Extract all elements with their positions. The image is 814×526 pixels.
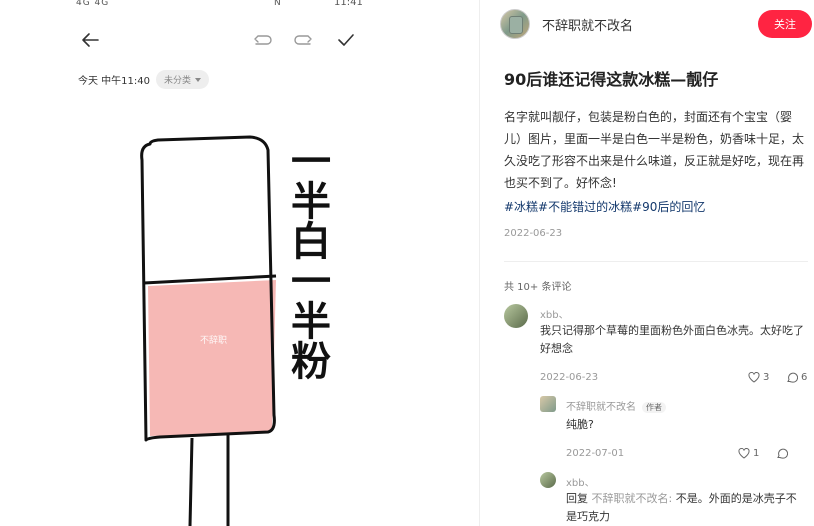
comments-count: 共 10+ 条评论 <box>504 282 572 293</box>
heart-icon <box>748 372 760 383</box>
reply-button[interactable]: 6 <box>786 372 807 383</box>
status-icons: N <box>274 0 282 8</box>
replier-avatar[interactable] <box>540 472 556 488</box>
comment-icon <box>777 448 788 459</box>
heart-icon <box>738 448 750 459</box>
ice-cream-sketch <box>140 135 277 526</box>
divider <box>504 261 808 262</box>
handwriting-text: 一半白一半粉 <box>284 140 330 380</box>
caret-down-icon <box>195 77 202 82</box>
reply-prefix: 回复 <box>566 492 588 505</box>
article-panel: 不辞职就不改名 关注 90后谁还记得这款冰糕—靓仔 名字就叫靓仔，包装是粉白色的… <box>480 0 814 526</box>
reply-text: 纯脆? <box>566 418 594 431</box>
replier-avatar[interactable] <box>540 396 556 412</box>
reply-item: xbb、 回复 不辞职就不改名: 不是。外面的是冰壳子不是巧克力 <box>540 472 810 526</box>
note-image-panel: 4G 4G N 11:41 今天 中午11:40 未分类 一半白一半粉 不辞职 <box>0 0 480 526</box>
check-icon[interactable] <box>332 26 360 54</box>
comment-item: xbb、 我只记得那个草莓的里面粉色外面白色冰壳。太好吃了好想念 2022-06… <box>504 304 814 404</box>
post-title: 90后谁还记得这款冰糕—靓仔 <box>504 70 719 89</box>
redo-icon[interactable] <box>290 26 318 54</box>
commenter-name[interactable]: xbb、 <box>540 306 569 321</box>
like-button[interactable]: 3 <box>748 372 769 383</box>
undo-icon[interactable] <box>248 26 276 54</box>
reply-date: 2022-07-01 <box>566 448 625 459</box>
reply-button[interactable] <box>776 448 788 459</box>
like-count: 3 <box>763 372 770 383</box>
like-button[interactable]: 1 <box>738 448 759 459</box>
follow-button[interactable]: 关注 <box>758 10 812 38</box>
author-row: 不辞职就不改名 关注 <box>500 8 814 40</box>
post-tags[interactable]: #冰糕#不能错过的冰糕#90后的回忆 <box>504 196 705 218</box>
replier-name[interactable]: xbb、 <box>566 474 595 489</box>
comment-icon <box>787 372 798 383</box>
status-signal: 4G 4G <box>76 0 110 8</box>
image-watermark: 不辞职 <box>200 336 228 346</box>
status-bar: 4G 4G N 11:41 <box>0 0 479 12</box>
commenter-avatar[interactable] <box>504 304 528 328</box>
comment-text: 我只记得那个草莓的里面粉色外面白色冰壳。太好吃了好想念 <box>540 324 804 355</box>
reply-count: 6 <box>801 372 808 383</box>
category-label: 未分类 <box>164 76 192 86</box>
screen: 4G 4G N 11:41 今天 中午11:40 未分类 一半白一半粉 不辞职 … <box>0 0 814 526</box>
back-arrow-icon[interactable] <box>76 26 104 54</box>
note-date: 今天 中午11:40 <box>78 76 150 87</box>
like-count: 1 <box>753 448 760 459</box>
author-avatar[interactable] <box>500 9 530 39</box>
category-chip[interactable]: 未分类 <box>156 70 210 89</box>
comment-date: 2022-06-23 <box>540 372 599 383</box>
post-body: 名字就叫靓仔，包装是粉白色的，封面还有个宝宝（婴儿）图片，里面一半是白色一半是粉… <box>504 110 805 190</box>
author-name[interactable]: 不辞职就不改名 <box>542 15 633 34</box>
replier-name[interactable]: 不辞职就不改名 <box>566 402 636 413</box>
note-meta: 今天 中午11:40 未分类 <box>78 70 210 89</box>
status-time: 11:41 <box>334 0 363 8</box>
reply-to[interactable]: 不辞职就不改名: <box>592 492 673 505</box>
note-toolbar <box>0 26 479 54</box>
author-badge: 作者 <box>642 402 666 413</box>
post-date: 2022-06-23 <box>504 228 563 239</box>
reply-item: 不辞职就不改名 作者 纯脆? 2022-07-01 1 <box>540 396 810 466</box>
